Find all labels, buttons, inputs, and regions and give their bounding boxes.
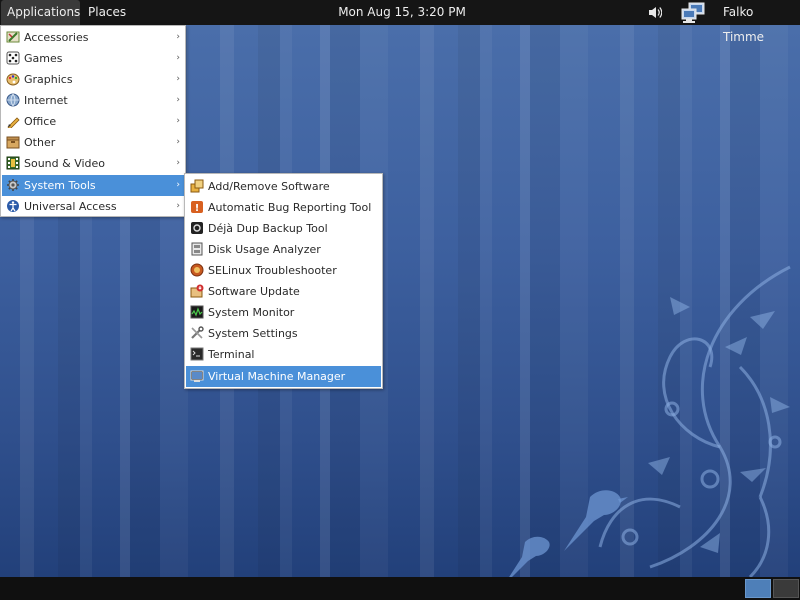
workspace-switcher-2[interactable] [773,579,799,598]
menu-item-label: Add/Remove Software [208,180,330,193]
chevron-right-icon: › [176,74,180,84]
workspace-switcher-1[interactable] [745,579,771,598]
submenu-item-bug-reporting[interactable]: ! Automatic Bug Reporting Tool [186,197,381,218]
applications-menu: Accessories › Games › Graphics › Interne… [0,25,186,217]
submenu-item-add-remove-software[interactable]: Add/Remove Software [186,176,381,197]
menu-item-label: System Monitor [208,306,295,319]
submenu-item-virtual-machine-manager[interactable]: Virtual Machine Manager [186,366,381,387]
internet-icon [6,93,20,107]
graphics-icon [6,73,20,86]
chevron-right-icon: › [176,95,180,105]
add-remove-software-icon [190,179,204,193]
svg-text:!: ! [195,203,200,214]
office-icon [7,117,20,128]
menu-item-label: Other [24,136,56,149]
chevron-right-icon: › [176,137,180,147]
places-menu-button[interactable]: Places [82,0,132,25]
menu-item-label: Graphics [24,73,73,86]
software-update-icon [190,284,204,298]
menu-item-accessories[interactable]: Accessories › [2,27,184,48]
submenu-item-deja-dup[interactable]: Déjà Dup Backup Tool [186,218,381,239]
submenu-item-software-update[interactable]: Software Update [186,281,381,302]
menu-item-label: Universal Access [24,200,117,213]
menu-item-universal-access[interactable]: Universal Access › [2,196,184,217]
universal-access-icon [7,200,19,212]
menu-item-label: Sound & Video [24,157,106,170]
submenu-item-selinux-troubleshooter[interactable]: SELinux Troubleshooter [186,260,381,281]
chevron-right-icon: › [176,53,180,63]
menu-item-label: Office [24,115,57,128]
terminal-icon [190,347,204,361]
clock[interactable]: Mon Aug 15, 3:20 PM [332,0,472,25]
menu-item-internet[interactable]: Internet › [2,90,184,111]
bottom-panel [0,577,800,600]
chevron-right-icon: › [176,116,180,126]
sound-video-icon [6,156,20,170]
wallpaper-floral-art [509,265,791,577]
system-tools-submenu: Add/Remove Software ! Automatic Bug Repo… [184,173,383,389]
menu-item-label: Automatic Bug Reporting Tool [208,201,372,214]
chevron-right-icon: › [176,158,180,168]
chevron-right-icon: › [176,180,180,190]
disk-usage-icon [191,242,203,256]
bug-reporting-icon: ! [191,201,203,214]
system-tools-icon [7,179,19,191]
submenu-item-system-monitor[interactable]: System Monitor [186,302,381,323]
menu-item-label: SELinux Troubleshooter [208,264,337,277]
network-icon[interactable] [680,2,706,24]
menu-item-office[interactable]: Office › [2,111,184,132]
menu-item-other[interactable]: Other › [2,132,184,153]
menu-item-label: Virtual Machine Manager [208,370,346,383]
user-menu[interactable]: Falko Timme [717,0,800,44]
menu-item-games[interactable]: Games › [2,48,184,69]
applications-menu-button[interactable]: Applications [1,0,80,25]
menu-item-label: Internet [24,94,68,107]
submenu-item-terminal[interactable]: Terminal [186,344,381,365]
accessories-icon [6,31,20,43]
menu-item-graphics[interactable]: Graphics › [2,69,184,90]
virtual-machine-icon [190,370,204,382]
menu-item-label: Terminal [208,348,255,361]
menu-item-label: Software Update [208,285,300,298]
menu-item-label: Accessories [24,31,89,44]
chevron-right-icon: › [176,201,180,211]
submenu-item-system-settings[interactable]: System Settings [186,323,381,344]
menu-item-label: Disk Usage Analyzer [208,243,321,256]
other-icon [6,136,20,149]
top-panel: Applications Places Mon Aug 15, 3:20 PM … [0,0,800,44]
games-icon [6,51,20,65]
menu-item-sound-video[interactable]: Sound & Video › [2,153,184,174]
system-monitor-icon [190,305,204,319]
submenu-item-disk-usage-analyzer[interactable]: Disk Usage Analyzer [186,239,381,260]
backup-icon [191,222,203,234]
menu-item-label: Games [24,52,63,65]
menu-item-label: Déjà Dup Backup Tool [208,222,328,235]
selinux-icon [190,263,204,277]
volume-icon[interactable] [648,6,662,19]
menu-item-label: System Tools [24,179,96,192]
menu-item-label: System Settings [208,327,298,340]
system-settings-icon [191,326,204,339]
chevron-right-icon: › [176,32,180,42]
menu-item-system-tools[interactable]: System Tools › [2,175,184,196]
